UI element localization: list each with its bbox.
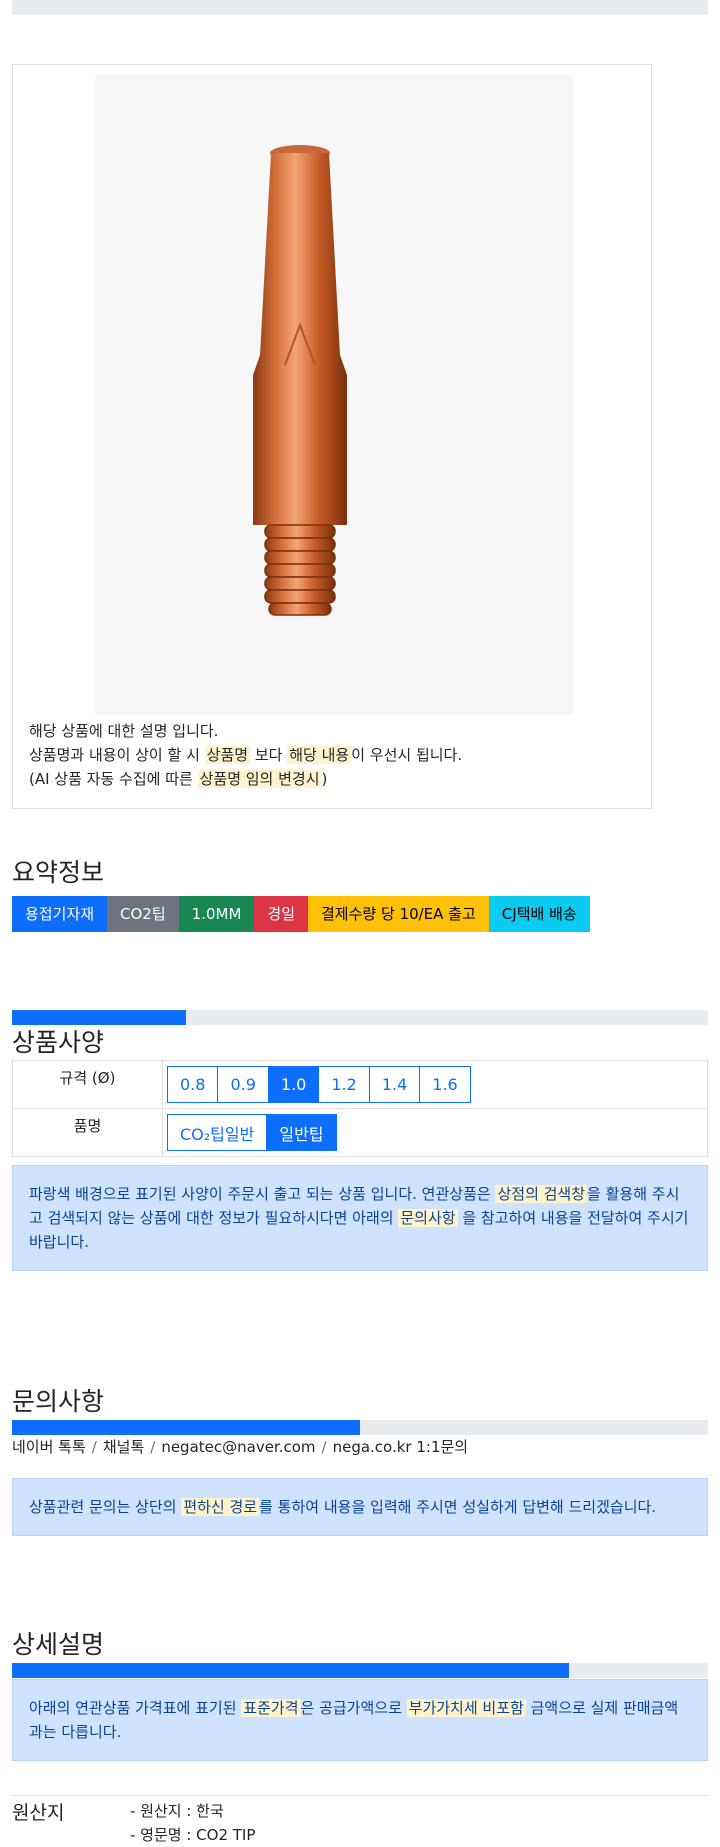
name-options: CO₂팁일반 일반팁 [167, 1114, 703, 1151]
highlight-content: 해당 내용 [287, 746, 352, 764]
description-line-3: (AI 상품 자동 수집에 따른 상품명 임의 변경시) [29, 770, 328, 788]
contact-separator: / [321, 1438, 327, 1456]
highlight-vat: 부가가치세 비포함 [406, 1699, 526, 1717]
spec-row-size: 규격 (Ø) 0.8 0.9 1.0 1.2 1.4 1.6 [12, 1060, 708, 1109]
inquiry-progress-fill [12, 1420, 360, 1435]
inquiry-contacts: 네이버 톡톡 / 채널톡 / negatec@naver.com / nega.co.kr … [12, 1436, 468, 1458]
contact-link[interactable]: negatec@naver.com [161, 1438, 315, 1456]
product-description: 해당 상품에 대한 설명 입니다. 상품명과 내용이 상이 할 시 상품명 보다… [29, 719, 462, 791]
contact-link[interactable]: 네이버 톡톡 [12, 1438, 86, 1456]
origin-label: 원산지 [12, 1802, 65, 1824]
highlight-store-search: 상점의 검색창 [495, 1185, 588, 1203]
spec-progress [12, 1010, 708, 1025]
size-options: 0.8 0.9 1.0 1.2 1.4 1.6 [167, 1066, 703, 1103]
summary-title: 요약정보 [12, 858, 105, 887]
detail-title: 상세설명 [12, 1630, 105, 1659]
origin-list: - 원산지 : 한국 - 영문명 : CO2 TIP [130, 1799, 255, 1847]
inquiry-title: 문의사항 [12, 1387, 105, 1416]
inquiry-progress [12, 1420, 708, 1435]
spec-row-name: 품명 CO₂팁일반 일반팁 [12, 1108, 708, 1157]
summary-badge: 1.0MM [178, 896, 255, 932]
size-option-button[interactable]: 0.9 [217, 1066, 269, 1103]
spec-title: 상품사양 [12, 1028, 105, 1057]
product-card: 해당 상품에 대한 설명 입니다. 상품명과 내용이 상이 할 시 상품명 보다… [12, 64, 652, 809]
spec-table: 규격 (Ø) 0.8 0.9 1.0 1.2 1.4 1.6 품명 CO₂팁일반 일반팁 [12, 1060, 708, 1157]
summary-badge: CO2팁 [107, 896, 179, 932]
origin-item: - 영문명 : CO2 TIP [130, 1826, 256, 1844]
origin-divider [12, 1795, 708, 1796]
description-line-1: 해당 상품에 대한 설명 입니다. [29, 722, 219, 740]
name-option-button[interactable]: 일반팁 [266, 1114, 337, 1151]
summary-badge: CJ택배 배송 [488, 896, 590, 932]
spec-notice: 파랑색 배경으로 표기된 사양이 주문시 출고 되는 상품 입니다. 연관상품은… [12, 1165, 708, 1271]
contact-separator: / [150, 1438, 156, 1456]
name-option-button[interactable]: CO₂팁일반 [167, 1114, 268, 1151]
highlight-channel: 편하신 경로 [181, 1498, 260, 1516]
contact-link[interactable]: nega.co.kr 1:1문의 [333, 1438, 469, 1456]
detail-progress [12, 1663, 708, 1678]
summary-badge: 용접기자재 [12, 896, 108, 932]
highlight-standard-price: 표준가격 [241, 1699, 301, 1717]
contact-separator: / [91, 1438, 97, 1456]
size-option-button[interactable]: 0.8 [167, 1066, 219, 1103]
spec-label-name: 품명 [12, 1108, 163, 1157]
summary-badge: 경일 [254, 896, 308, 932]
detail-progress-fill [12, 1663, 569, 1678]
size-option-button[interactable]: 1.2 [318, 1066, 370, 1103]
spec-label-size: 규격 (Ø) [12, 1060, 163, 1109]
origin-item: - 원산지 : 한국 [130, 1802, 224, 1820]
summary-badges: 용접기자재 CO2팁 1.0MM 경일 결제수량 당 10/EA 출고 CJ택배 배송 [12, 896, 590, 932]
detail-notice: 아래의 연관상품 가격표에 표기된 표준가격 은 공급가액으로 부가가치세 비포함… [12, 1679, 708, 1761]
product-image [95, 75, 573, 715]
size-option-button[interactable]: 1.6 [419, 1066, 471, 1103]
highlight-name-change: 상품명 임의 변경시 [197, 770, 322, 788]
size-option-button[interactable]: 1.4 [368, 1066, 421, 1103]
contact-link[interactable]: 채널톡 [103, 1438, 144, 1456]
highlight-inquiry: 문의사항 [398, 1209, 458, 1227]
inquiry-notice: 상품관련 문의는 상단의 편하신 경로 를 통하여 내용을 입력해 주시면 성실하… [12, 1478, 708, 1536]
highlight-product-name: 상품명 [204, 746, 251, 764]
size-option-button[interactable]: 1.0 [267, 1066, 320, 1103]
description-line-2: 상품명과 내용이 상이 할 시 상품명 보다 해당 내용 이 우선시 됩니다. [29, 746, 463, 764]
top-progress-bar [12, 0, 708, 15]
summary-badge: 결제수량 당 10/EA 출고 [308, 896, 489, 932]
